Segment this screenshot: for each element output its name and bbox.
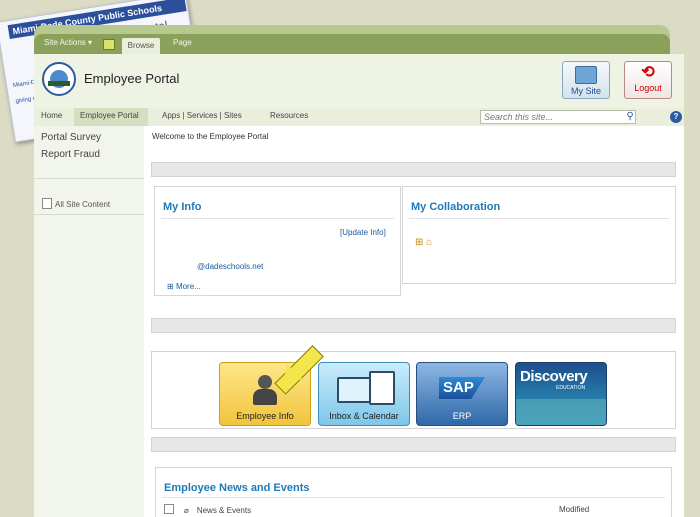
home-icon[interactable]: ⊞ ⌂ bbox=[415, 237, 432, 248]
quick-launch: Portal Survey Report Fraud All Site Cont… bbox=[34, 126, 145, 517]
person-body-icon bbox=[253, 389, 277, 405]
school-logo-icon bbox=[42, 62, 76, 96]
nav-home[interactable]: Home bbox=[41, 111, 62, 120]
news-webpart: Employee News and Events ⌀ News & Events … bbox=[155, 467, 672, 517]
select-all-checkbox[interactable] bbox=[164, 504, 174, 514]
tile-label: Employee Info bbox=[236, 411, 294, 421]
divider bbox=[34, 214, 144, 215]
more-label: More... bbox=[175, 282, 201, 291]
site-actions-menu[interactable]: Site Actions ▾ bbox=[44, 38, 92, 47]
tile-erp[interactable]: SAP ERP bbox=[416, 362, 508, 426]
site-header: Employee Portal My Site ⟲ Logout bbox=[34, 54, 684, 109]
my-info-webpart: My Info [Update Info] @dadeschools.net ⊞… bbox=[154, 186, 401, 296]
nav-portal-survey[interactable]: Portal Survey bbox=[41, 132, 101, 143]
update-info-link[interactable]: [Update Info] bbox=[340, 228, 386, 237]
my-collaboration-title: My Collaboration bbox=[411, 201, 501, 213]
nav-apps-services-sites[interactable]: Apps | Services | Sites bbox=[162, 111, 242, 120]
divider bbox=[409, 218, 669, 219]
news-title: Employee News and Events bbox=[164, 482, 310, 494]
divider bbox=[162, 497, 665, 498]
my-site-button[interactable]: My Site bbox=[562, 61, 610, 99]
expand-icon: ⊞ bbox=[167, 282, 176, 291]
email-address[interactable]: @dadeschools.net bbox=[197, 262, 263, 271]
all-site-content-label: All Site Content bbox=[55, 200, 111, 209]
attachment-icon: ⌀ bbox=[184, 506, 189, 515]
calendar-icon bbox=[369, 371, 395, 405]
edit-page-icon[interactable] bbox=[103, 39, 115, 50]
sap-logo: SAP bbox=[439, 377, 485, 399]
document-icon bbox=[42, 198, 52, 209]
ocean-image bbox=[516, 399, 606, 425]
search-input[interactable]: Search this site... bbox=[480, 110, 636, 124]
search-icon[interactable]: ⚲ bbox=[623, 110, 637, 124]
welcome-text: Welcome to the Employee Portal bbox=[152, 132, 269, 141]
zone-bar-bottom bbox=[151, 437, 676, 452]
news-column-header: ⌀ News & Events bbox=[164, 504, 251, 515]
ribbon-bar: Site Actions ▾ Browse Page bbox=[34, 34, 670, 54]
discovery-logo: Discovery bbox=[520, 368, 588, 385]
more-link[interactable]: ⊞ More... bbox=[167, 282, 201, 291]
tab-page[interactable]: Page bbox=[173, 38, 192, 47]
divider bbox=[34, 178, 144, 179]
logout-button[interactable]: ⟲ Logout bbox=[624, 61, 672, 99]
tile-inbox-calendar[interactable]: Inbox & Calendar bbox=[318, 362, 410, 426]
all-site-content-link[interactable]: All Site Content bbox=[42, 198, 110, 209]
site-title: Employee Portal bbox=[84, 71, 180, 86]
my-site-label: My Site bbox=[570, 86, 601, 96]
top-navigation: Home Employee Portal Apps | Services | S… bbox=[34, 108, 684, 127]
my-info-title: My Info bbox=[163, 201, 202, 213]
zone-bar-top bbox=[151, 162, 676, 177]
tile-label: ERP bbox=[452, 411, 472, 421]
my-collaboration-webpart: My Collaboration ⊞ ⌂ bbox=[402, 186, 676, 284]
tile-discovery-education[interactable]: Discovery EDUCATION bbox=[515, 362, 607, 426]
app-tiles-panel: Employee Info Inbox & Calendar SAP ERP D… bbox=[151, 351, 676, 429]
education-label: EDUCATION bbox=[556, 385, 586, 391]
news-column-title[interactable]: News & Events bbox=[197, 506, 251, 515]
tile-label: Inbox & Calendar bbox=[329, 411, 399, 421]
nav-resources[interactable]: Resources bbox=[270, 111, 308, 120]
tab-browse[interactable]: Browse bbox=[122, 38, 160, 54]
divider bbox=[161, 218, 394, 219]
power-icon: ⟲ bbox=[641, 64, 655, 81]
zone-bar-middle bbox=[151, 318, 676, 333]
main-content: Welcome to the Employee Portal My Info [… bbox=[144, 126, 684, 517]
modified-column-header[interactable]: Modified bbox=[559, 505, 589, 514]
nav-employee-portal[interactable]: Employee Portal bbox=[80, 111, 139, 120]
person-icon bbox=[258, 375, 272, 389]
monitor-icon bbox=[575, 66, 597, 84]
envelope-icon bbox=[337, 377, 373, 403]
nav-report-fraud[interactable]: Report Fraud bbox=[41, 149, 100, 160]
help-icon[interactable]: ? bbox=[670, 111, 682, 123]
logout-label: Logout bbox=[634, 83, 662, 93]
